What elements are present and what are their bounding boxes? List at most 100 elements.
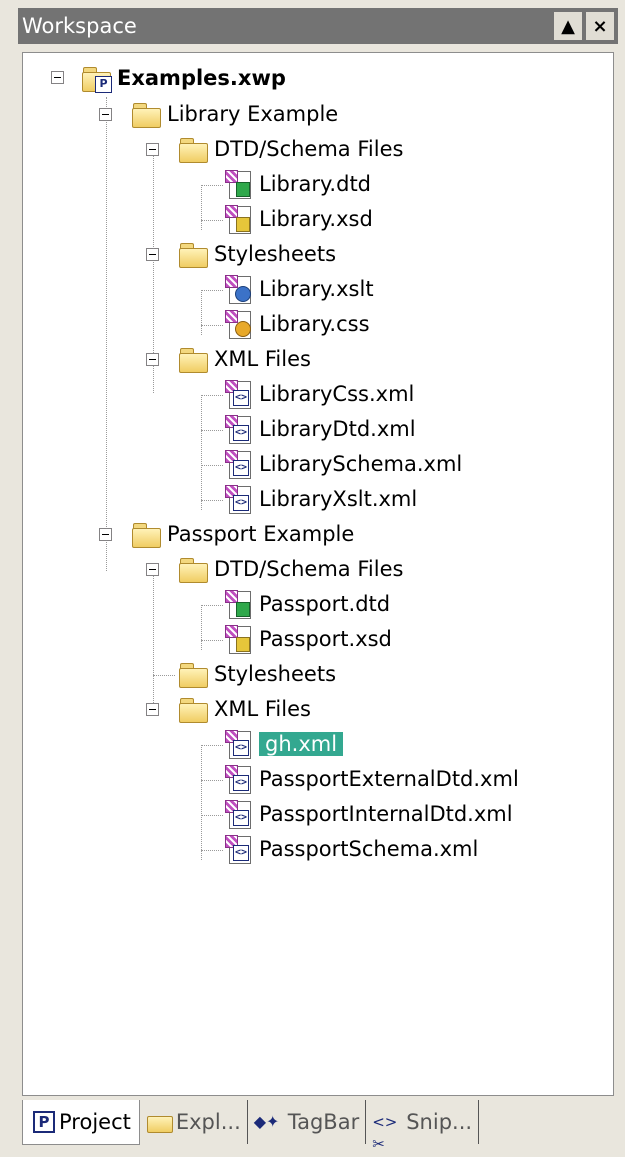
tree-item[interactable]: Stylesheets <box>178 657 336 691</box>
tree-guide <box>201 395 223 396</box>
tree-guide <box>106 97 107 571</box>
tree-item[interactable]: <> PassportSchema.xml <box>223 832 478 866</box>
css-file-icon <box>223 310 253 339</box>
collapse-toggle[interactable] <box>146 353 159 366</box>
tree-item-label: Stylesheets <box>214 662 337 686</box>
collapse-toggle[interactable] <box>146 143 159 156</box>
xml-file-icon: <> <box>223 450 253 479</box>
tree-item-selected[interactable]: <> gh.xml <box>223 727 344 761</box>
folder-icon <box>178 345 208 373</box>
tree-guide <box>201 745 202 860</box>
tree-guide <box>201 325 223 326</box>
collapse-toggle[interactable] <box>146 563 159 576</box>
xml-file-icon: <> <box>223 415 253 444</box>
tree-item[interactable]: Passport Example <box>131 517 354 551</box>
tree-item-label: PassportInternalDtd.xml <box>259 802 513 826</box>
tab-tagbar-label: TagBar <box>287 1110 360 1134</box>
tree-item[interactable]: <> LibraryDtd.xml <box>223 412 416 446</box>
folder-icon <box>178 555 208 583</box>
collapse-toggle[interactable] <box>146 703 159 716</box>
tree-item[interactable]: XML Files <box>178 692 311 726</box>
collapse-toggle[interactable] <box>99 528 112 541</box>
tree-item[interactable]: Passport.xsd <box>223 622 392 656</box>
folder-icon <box>178 135 208 163</box>
tree-guide <box>153 675 175 676</box>
tree-item-label: LibraryCss.xml <box>259 382 415 406</box>
xml-file-icon: <> <box>223 800 253 829</box>
tree-item-label: LibraryXslt.xml <box>259 487 418 511</box>
tree-item-label: DTD/Schema Files <box>214 557 404 581</box>
tab-project[interactable]: P Project <box>22 1099 140 1145</box>
tree-item[interactable]: <> PassportExternalDtd.xml <box>223 762 519 796</box>
tree-item[interactable]: <> LibrarySchema.xml <box>223 447 462 481</box>
tree-item-label: XML Files <box>214 697 311 721</box>
tree-item-label: Library Example <box>167 102 339 126</box>
close-button[interactable]: × <box>586 12 614 40</box>
pin-button[interactable]: ▲ <box>554 12 582 40</box>
tagbar-icon: ◆✦ <box>253 1112 280 1131</box>
tree-item[interactable]: <> PassportInternalDtd.xml <box>223 797 513 831</box>
tree-item[interactable]: DTD/Schema Files <box>178 132 403 166</box>
workspace-title: Workspace <box>22 14 137 38</box>
folder-icon <box>131 100 161 128</box>
folder-icon <box>178 240 208 268</box>
tab-explorer-label: Expl... <box>175 1110 241 1134</box>
tree-item[interactable]: Library.xslt <box>223 272 374 306</box>
tree-guide <box>201 290 202 335</box>
tree-guide <box>201 605 223 606</box>
tree-root-label: Examples.xwp <box>117 66 286 90</box>
tree-item[interactable]: Passport.dtd <box>223 587 390 621</box>
tree-item-label: PassportSchema.xml <box>259 837 479 861</box>
tree-guide <box>201 185 202 230</box>
tree-item-label: LibrarySchema.xml <box>259 452 463 476</box>
project-icon: P <box>33 1110 55 1133</box>
tab-project-label: Project <box>59 1109 131 1134</box>
folder-icon <box>131 520 161 548</box>
xml-file-icon: <> <box>223 835 253 864</box>
tree-root[interactable]: P Examples.xwp <box>81 61 286 95</box>
tree-guide <box>201 430 223 431</box>
tree-item-label: Library.dtd <box>259 172 372 196</box>
folder-icon <box>146 1112 173 1133</box>
tree-item[interactable]: XML Files <box>178 342 311 376</box>
xsd-file-icon <box>223 205 253 234</box>
tree-item-label: Passport.dtd <box>259 592 391 616</box>
project-folder-icon: P <box>81 64 112 93</box>
tree-guide <box>201 465 223 466</box>
tab-tagbar[interactable]: ◆✦ TagBar <box>248 1100 367 1144</box>
tree-item[interactable]: Library Example <box>131 97 338 131</box>
tree-guide <box>201 745 223 746</box>
xslt-file-icon <box>223 275 253 304</box>
folder-icon <box>178 695 208 723</box>
dtd-file-icon <box>223 170 253 199</box>
tree-item-label: gh.xml <box>259 732 344 756</box>
collapse-toggle[interactable] <box>99 108 112 121</box>
xsd-file-icon <box>223 625 253 654</box>
tree-item[interactable]: <> LibraryCss.xml <box>223 377 414 411</box>
tab-explorer[interactable]: Expl... <box>140 1100 248 1144</box>
tree-item[interactable]: DTD/Schema Files <box>178 552 403 586</box>
tree-item-label: Library.xslt <box>259 277 374 301</box>
project-tree[interactable]: P Examples.xwp Library Example DTD/Schem… <box>22 52 614 1096</box>
folder-icon <box>178 660 208 688</box>
workspace-titlebar: Workspace ▲ × <box>18 8 618 44</box>
tree-item[interactable]: Library.xsd <box>223 202 373 236</box>
tree-item[interactable]: <> LibraryXslt.xml <box>223 482 417 516</box>
tree-guide <box>201 185 223 186</box>
dtd-file-icon <box>223 590 253 619</box>
collapse-toggle[interactable] <box>146 248 159 261</box>
tree-guide <box>201 640 223 641</box>
tree-item[interactable]: Stylesheets <box>178 237 336 271</box>
tree-item-label: XML Files <box>214 347 311 371</box>
snippets-icon: <>✂ <box>372 1113 398 1153</box>
tree-item-label: Library.css <box>259 312 370 336</box>
collapse-toggle[interactable] <box>51 71 64 84</box>
tree-item[interactable]: Library.dtd <box>223 167 371 201</box>
xml-file-icon: <> <box>223 730 253 759</box>
tab-snippets[interactable]: <>✂ Snip... <box>366 1100 480 1153</box>
xml-file-icon: <> <box>223 380 253 409</box>
tree-item[interactable]: Library.css <box>223 307 370 341</box>
tree-item-label: PassportExternalDtd.xml <box>259 767 519 791</box>
tree-guide <box>201 850 223 851</box>
tree-item-label: LibraryDtd.xml <box>259 417 416 441</box>
